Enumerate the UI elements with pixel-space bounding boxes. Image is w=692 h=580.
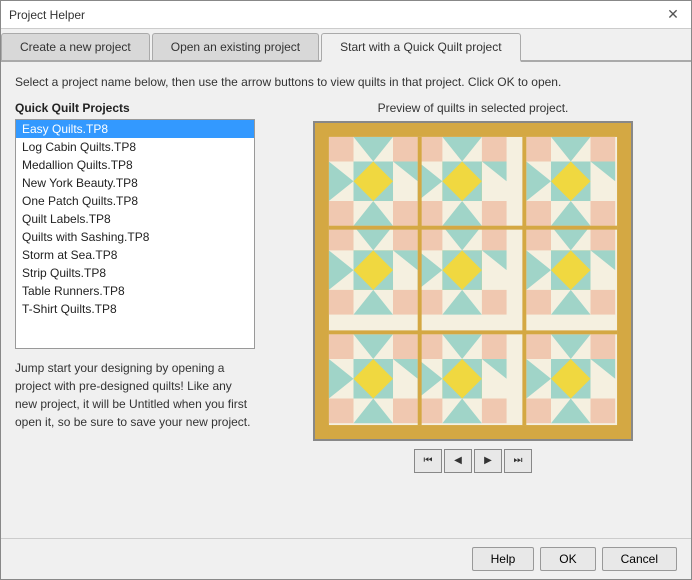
list-item[interactable]: Quilts with Sashing.TP8 — [16, 228, 254, 246]
main-content: Select a project name below, then use th… — [1, 62, 691, 538]
list-item[interactable]: New York Beauty.TP8 — [16, 174, 254, 192]
help-button[interactable]: Help — [472, 547, 535, 571]
ok-button[interactable]: OK — [540, 547, 595, 571]
close-button[interactable]: ✕ — [663, 5, 683, 25]
list-item[interactable]: Log Cabin Quilts.TP8 — [16, 138, 254, 156]
window-title: Project Helper — [9, 8, 85, 22]
quilt-preview — [313, 121, 633, 441]
navigation-buttons: ⏮ ◀ ▶ ⏭ — [414, 449, 532, 473]
list-item[interactable]: Medallion Quilts.TP8 — [16, 156, 254, 174]
first-button[interactable]: ⏮ — [414, 449, 442, 473]
project-helper-window: Project Helper ✕ Create a new project Op… — [0, 0, 692, 580]
list-item[interactable]: Table Runners.TP8 — [16, 282, 254, 300]
footer: Help OK Cancel — [1, 538, 691, 579]
prev-button[interactable]: ◀ — [444, 449, 472, 473]
project-list[interactable]: Easy Quilts.TP8 Log Cabin Quilts.TP8 Med… — [15, 119, 255, 349]
list-item[interactable]: Storm at Sea.TP8 — [16, 246, 254, 264]
description-text: Jump start your designing by opening a p… — [15, 359, 255, 431]
right-panel: Preview of quilts in selected project. — [269, 101, 677, 526]
title-bar: Project Helper ✕ — [1, 1, 691, 29]
list-item[interactable]: Easy Quilts.TP8 — [16, 120, 254, 138]
left-panel: Quick Quilt Projects Easy Quilts.TP8 Log… — [15, 101, 255, 526]
tab-open-existing[interactable]: Open an existing project — [152, 33, 319, 60]
quilt-svg — [315, 123, 631, 439]
cancel-button[interactable]: Cancel — [602, 547, 677, 571]
list-item[interactable]: T-Shirt Quilts.TP8 — [16, 300, 254, 318]
list-item[interactable]: Strip Quilts.TP8 — [16, 264, 254, 282]
next-button[interactable]: ▶ — [474, 449, 502, 473]
tab-create-new[interactable]: Create a new project — [1, 33, 150, 60]
main-area: Quick Quilt Projects Easy Quilts.TP8 Log… — [15, 101, 677, 526]
list-item[interactable]: Quilt Labels.TP8 — [16, 210, 254, 228]
list-item[interactable]: One Patch Quilts.TP8 — [16, 192, 254, 210]
list-label: Quick Quilt Projects — [15, 101, 255, 115]
preview-label: Preview of quilts in selected project. — [378, 101, 569, 115]
last-button[interactable]: ⏭ — [504, 449, 532, 473]
instruction-text: Select a project name below, then use th… — [15, 74, 677, 91]
tab-bar: Create a new project Open an existing pr… — [1, 29, 691, 62]
tab-quick-quilt[interactable]: Start with a Quick Quilt project — [321, 33, 520, 62]
